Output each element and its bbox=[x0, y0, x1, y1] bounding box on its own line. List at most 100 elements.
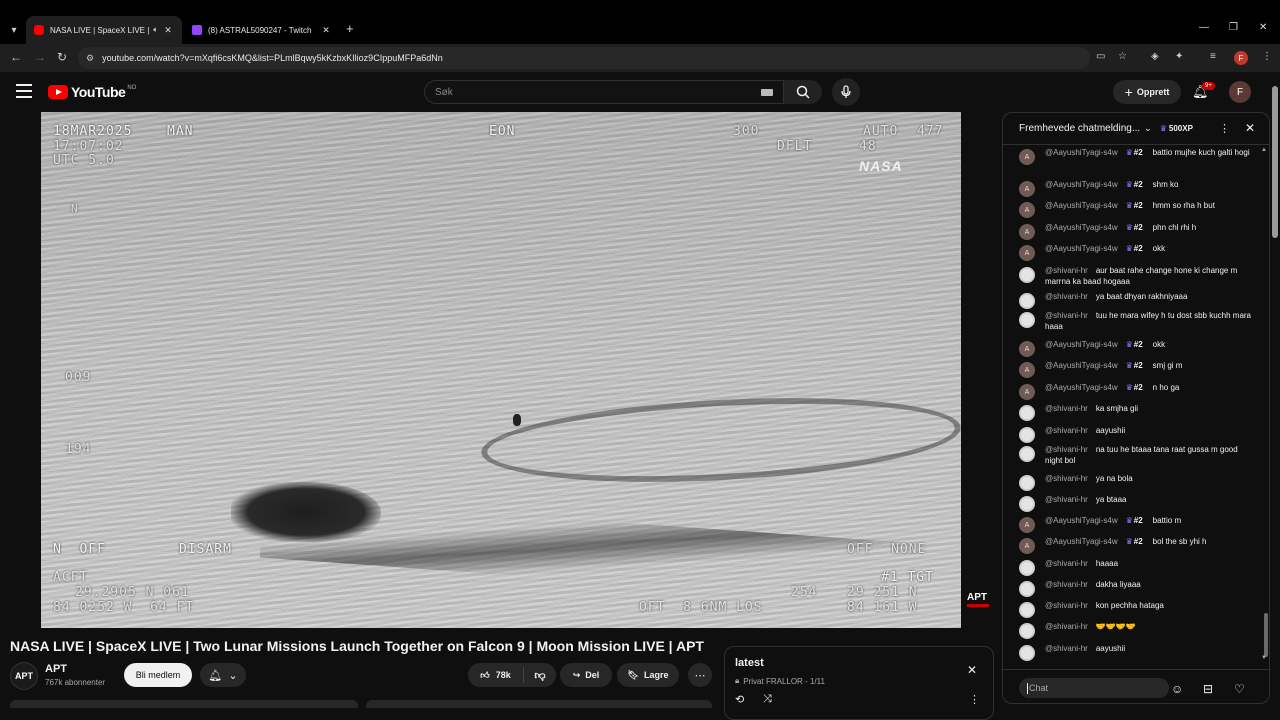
create-button[interactable]: + Opprett bbox=[1113, 80, 1181, 104]
playlist-close-icon[interactable]: ✕ bbox=[967, 663, 977, 677]
hamburger-menu-icon[interactable] bbox=[16, 84, 32, 98]
more-actions-button[interactable]: ⋯ bbox=[688, 663, 712, 687]
smiley-icon[interactable]: ☺ bbox=[1171, 682, 1183, 696]
cast-icon[interactable]: ◈ bbox=[1151, 51, 1159, 62]
search-button[interactable] bbox=[784, 80, 822, 104]
chat-author-name[interactable]: @AayushiTyagi-s4w bbox=[1045, 244, 1118, 253]
chat-author-name[interactable]: @shivani-hr bbox=[1045, 404, 1088, 413]
site-info-icon[interactable]: ⚙ bbox=[86, 53, 94, 64]
chat-author-name[interactable]: @AayushiTyagi-s4w bbox=[1045, 383, 1118, 392]
page-scrollbar-thumb[interactable] bbox=[1272, 86, 1278, 238]
chat-author-avatar[interactable] bbox=[1019, 475, 1035, 491]
chat-message[interactable]: A @AayushiTyagi-s4w ♛#2 phn chl rhi h bbox=[1019, 222, 1255, 240]
new-tab-icon[interactable]: + bbox=[346, 21, 354, 36]
chat-message[interactable]: @shivani-hr kon pechha hataga bbox=[1019, 600, 1255, 618]
chat-author-name[interactable]: @shivani-hr bbox=[1045, 559, 1088, 568]
scroll-up-icon[interactable]: ▲ bbox=[1261, 147, 1267, 153]
chat-message[interactable]: @shivani-hr 🤝🤝🤝🤝 bbox=[1019, 621, 1255, 639]
chat-author-name[interactable]: @AayushiTyagi-s4w bbox=[1045, 516, 1118, 525]
subscription-bell-button[interactable]: 🔔︎ ⌄ bbox=[200, 663, 246, 687]
chat-scrollbar[interactable] bbox=[1261, 147, 1267, 667]
chat-message[interactable]: A @AayushiTyagi-s4w ♛#2 smj gi m bbox=[1019, 360, 1255, 378]
join-button[interactable]: Bli medlem bbox=[124, 663, 192, 687]
chat-author-avatar[interactable]: A bbox=[1019, 245, 1035, 261]
keyboard-icon[interactable] bbox=[761, 88, 773, 96]
chat-author-avatar[interactable] bbox=[1019, 427, 1035, 443]
channel-name[interactable]: APT bbox=[45, 663, 67, 675]
chat-more-icon[interactable]: ⋮ bbox=[1219, 122, 1230, 135]
chat-message-list[interactable]: A @AayushiTyagi-s4w ♛#2 battio mujhe kuch g… bbox=[1003, 147, 1269, 667]
chat-close-icon[interactable]: ✕ bbox=[1245, 121, 1255, 135]
chat-message[interactable]: @shivani-hr aayushii bbox=[1019, 425, 1255, 443]
account-avatar[interactable]: F bbox=[1229, 81, 1251, 103]
chat-author-name[interactable]: @AayushiTyagi-s4w bbox=[1045, 148, 1118, 157]
tab-close-icon[interactable]: ✕ bbox=[320, 25, 332, 36]
browser-profile-avatar[interactable]: F bbox=[1234, 51, 1248, 65]
chat-author-name[interactable]: @AayushiTyagi-s4w bbox=[1045, 223, 1118, 232]
chat-author-avatar[interactable]: A bbox=[1019, 202, 1035, 218]
dislike-button[interactable]: 👎︎ bbox=[524, 669, 556, 682]
chat-author-name[interactable]: @shivani-hr bbox=[1045, 622, 1088, 631]
chat-author-name[interactable]: @AayushiTyagi-s4w bbox=[1045, 537, 1118, 546]
chat-message[interactable]: A @AayushiTyagi-s4w ♛#2 okk bbox=[1019, 339, 1255, 357]
chat-author-avatar[interactable] bbox=[1019, 267, 1035, 283]
tab-twitch[interactable]: (8) ASTRAL5090247 - Twitch ✕ bbox=[184, 16, 340, 44]
chat-author-avatar[interactable]: A bbox=[1019, 517, 1035, 533]
chat-message[interactable]: @shivani-hr tuu he mara wifey h tu dost s… bbox=[1019, 310, 1255, 332]
chat-message[interactable]: A @AayushiTyagi-s4w ♛#2 battio mujhe kuch g… bbox=[1019, 147, 1255, 165]
chat-author-avatar[interactable] bbox=[1019, 293, 1035, 309]
channel-avatar[interactable]: APT bbox=[10, 662, 38, 690]
chat-author-name[interactable]: @shivani-hr bbox=[1045, 601, 1088, 610]
chat-message[interactable]: @shivani-hr aayushii bbox=[1019, 643, 1255, 661]
chat-author-name[interactable]: @shivani-hr bbox=[1045, 311, 1088, 320]
chat-author-name[interactable]: @shivani-hr bbox=[1045, 644, 1088, 653]
chat-message[interactable]: A @AayushiTyagi-s4w ♛#2 hmm so rha h but bbox=[1019, 200, 1255, 218]
youtube-logo[interactable]: YouTube NO bbox=[48, 84, 136, 100]
save-button[interactable]: 🔖︎ Lagre bbox=[617, 663, 679, 687]
share-button[interactable]: ↪ Del bbox=[560, 663, 612, 687]
maximize-icon[interactable]: ❐ bbox=[1229, 22, 1238, 33]
bookmark-star-icon[interactable]: ☆ bbox=[1118, 51, 1127, 62]
chat-author-avatar[interactable] bbox=[1019, 602, 1035, 618]
voice-search-button[interactable] bbox=[832, 78, 860, 106]
tab-youtube[interactable]: NASA LIVE | SpaceX LIVE | T 🔈︎ ✕ bbox=[26, 16, 182, 44]
chat-author-name[interactable]: @shivani-hr bbox=[1045, 474, 1088, 483]
chat-author-avatar[interactable] bbox=[1019, 405, 1035, 421]
playlist-menu-icon[interactable]: ⋮ bbox=[969, 693, 980, 706]
chat-message[interactable]: @shivani-hr ya btaaa bbox=[1019, 494, 1255, 512]
chat-author-avatar[interactable]: A bbox=[1019, 362, 1035, 378]
chat-author-avatar[interactable]: A bbox=[1019, 384, 1035, 400]
chat-message[interactable]: A @AayushiTyagi-s4w ♛#2 okk bbox=[1019, 243, 1255, 261]
chat-author-name[interactable]: @AayushiTyagi-s4w bbox=[1045, 361, 1118, 370]
chat-message[interactable]: @shivani-hr haaaa bbox=[1019, 558, 1255, 576]
chat-author-avatar[interactable] bbox=[1019, 496, 1035, 512]
chat-author-avatar[interactable] bbox=[1019, 312, 1035, 328]
chat-author-name[interactable]: @AayushiTyagi-s4w bbox=[1045, 340, 1118, 349]
chat-input[interactable]: Chat bbox=[1019, 678, 1169, 698]
chat-author-avatar[interactable] bbox=[1019, 623, 1035, 639]
loop-icon[interactable]: ⟲ bbox=[735, 693, 744, 706]
chat-message[interactable]: A @AayushiTyagi-s4w ♛#2 bol the sb yhi h bbox=[1019, 536, 1255, 554]
chat-author-name[interactable]: @shivani-hr bbox=[1045, 580, 1088, 589]
chat-author-name[interactable]: @AayushiTyagi-s4w bbox=[1045, 180, 1118, 189]
chat-mode-title[interactable]: Fremhevede chatmelding... bbox=[1019, 123, 1140, 134]
chat-author-avatar[interactable]: A bbox=[1019, 149, 1035, 165]
chat-message[interactable]: A @AayushiTyagi-s4w ♛#2 battio m bbox=[1019, 515, 1255, 533]
xp-badge[interactable]: ♛ 500XP bbox=[1160, 124, 1193, 133]
chat-message[interactable]: A @AayushiTyagi-s4w ♛#2 shm ko bbox=[1019, 179, 1255, 197]
chat-author-avatar[interactable]: A bbox=[1019, 538, 1035, 554]
window-close-icon[interactable]: ✕ bbox=[1259, 22, 1267, 33]
chat-author-avatar[interactable]: A bbox=[1019, 224, 1035, 240]
super-chat-icon[interactable]: ⊟ bbox=[1203, 682, 1213, 696]
chat-author-avatar[interactable]: A bbox=[1019, 341, 1035, 357]
chat-message[interactable]: @shivani-hr ka smjha gii bbox=[1019, 403, 1255, 421]
shuffle-icon[interactable]: ⤨ bbox=[763, 693, 772, 706]
chat-author-avatar[interactable]: A bbox=[1019, 181, 1035, 197]
search-input[interactable]: Søk bbox=[424, 80, 784, 104]
scroll-down-icon[interactable]: ▼ bbox=[1261, 655, 1267, 661]
chat-author-name[interactable]: @shivani-hr bbox=[1045, 266, 1088, 275]
install-icon[interactable]: ▭ bbox=[1096, 51, 1105, 62]
chat-message[interactable]: @shivani-hr dakha liyaaa bbox=[1019, 579, 1255, 597]
chevron-down-icon[interactable]: ⌄ bbox=[1144, 123, 1152, 134]
chat-author-name[interactable]: @shivani-hr bbox=[1045, 445, 1088, 454]
